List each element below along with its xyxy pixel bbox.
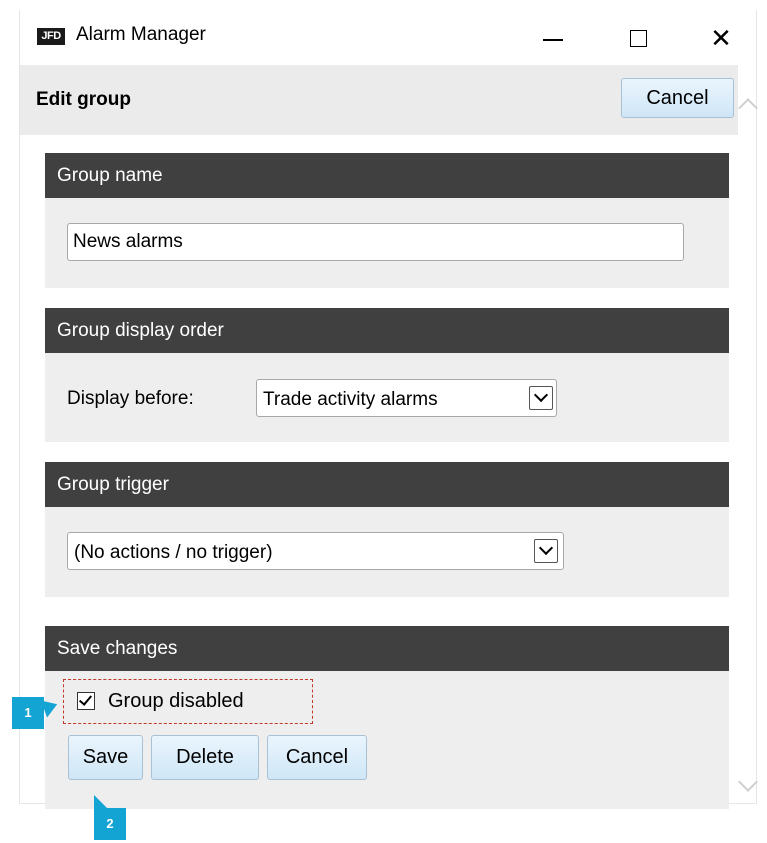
delete-button[interactable]: Delete	[151, 735, 259, 780]
display-order-panel: Group display order Display before: Trad…	[45, 308, 729, 442]
group-name-heading: Group name	[45, 153, 729, 198]
trigger-value: (No actions / no trigger)	[74, 542, 273, 563]
page-title: Edit group	[36, 89, 131, 110]
display-before-select[interactable]: Trade activity alarms	[256, 379, 557, 417]
chevron-down-icon[interactable]	[534, 539, 558, 563]
group-name-panel: Group name	[45, 153, 729, 288]
cancel-button[interactable]: Cancel	[267, 735, 367, 780]
save-changes-panel: Save changes Group disabled Save Delete …	[45, 626, 729, 809]
callout-marker-2: 2	[94, 795, 126, 840]
scroll-up-icon[interactable]	[738, 98, 758, 118]
edit-group-header: Edit group Cancel	[20, 65, 738, 135]
minimize-icon[interactable]	[528, 18, 578, 58]
save-button[interactable]: Save	[68, 735, 143, 780]
window-title: Alarm Manager	[76, 24, 206, 45]
callout-marker-1: 1	[12, 697, 44, 729]
close-icon[interactable]: ✕	[696, 18, 746, 58]
header-cancel-button[interactable]: Cancel	[621, 78, 734, 118]
app-logo: JFD	[37, 28, 65, 45]
title-bar: JFD Alarm Manager ✕	[20, 10, 756, 64]
trigger-select[interactable]: (No actions / no trigger)	[67, 532, 564, 570]
save-changes-heading: Save changes	[45, 626, 729, 671]
vertical-scrollbar[interactable]	[738, 65, 758, 803]
display-before-label: Display before:	[67, 388, 194, 409]
group-disabled-label[interactable]: Group disabled	[108, 690, 244, 713]
chevron-down-icon[interactable]	[529, 386, 553, 410]
maximize-icon[interactable]	[613, 18, 663, 58]
alarm-manager-window: JFD Alarm Manager ✕ Edit group Cancel Gr…	[19, 10, 758, 809]
group-trigger-heading: Group trigger	[45, 462, 729, 507]
group-name-input[interactable]	[67, 223, 684, 261]
group-disabled-checkbox[interactable]	[77, 692, 95, 710]
group-disabled-highlight: Group disabled	[63, 679, 313, 724]
group-trigger-panel: Group trigger (No actions / no trigger)	[45, 462, 729, 597]
display-order-heading: Group display order	[45, 308, 729, 353]
scroll-down-icon[interactable]	[738, 772, 758, 792]
display-before-value: Trade activity alarms	[263, 389, 438, 410]
